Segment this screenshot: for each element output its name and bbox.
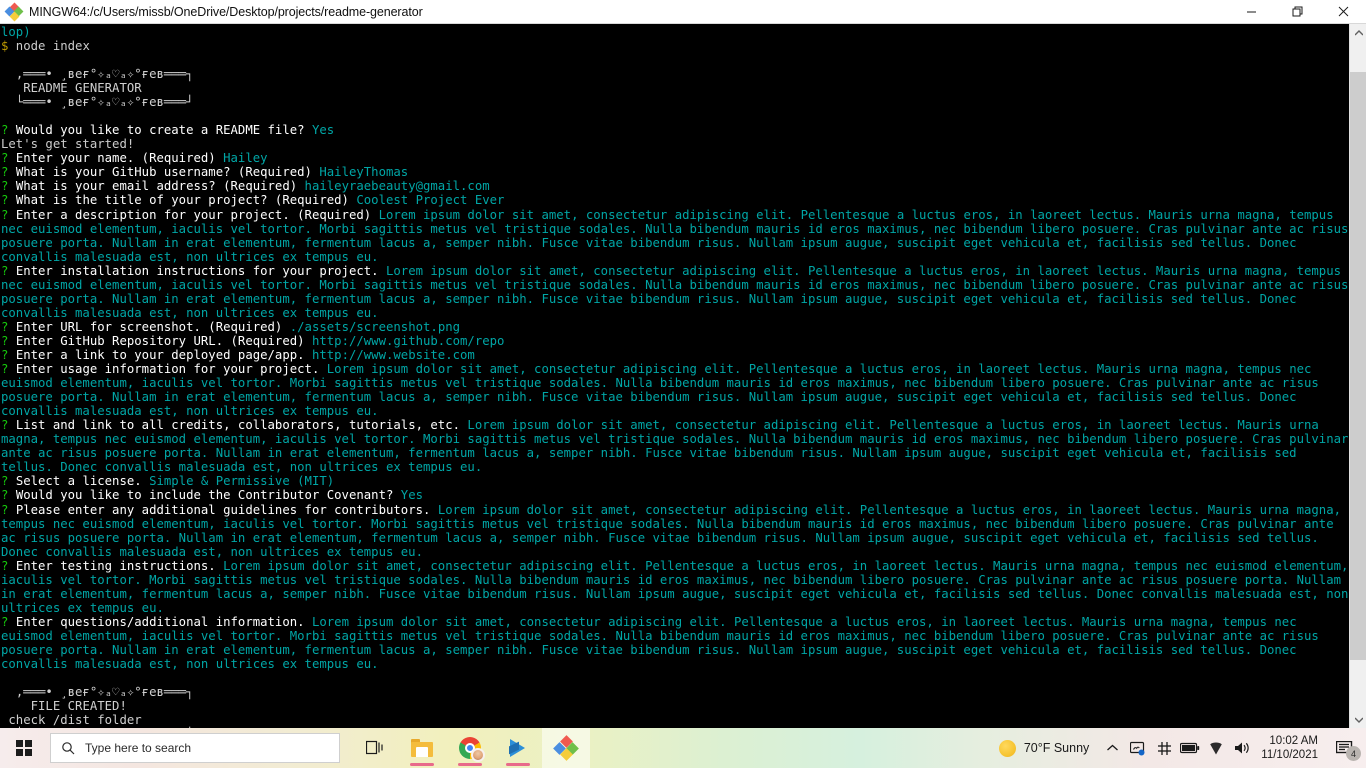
taskbar-item-chrome[interactable] [446, 728, 494, 768]
volume-icon[interactable] [1229, 728, 1255, 768]
terminal-prompt: ? Would you like to create a README file… [1, 123, 335, 138]
banner-bottom: └═══• ¸ʙеғ°✧ₐ♡ₐ✧°ғеʙ═══┘ [1, 95, 194, 110]
terminal-prompt: ? Enter GitHub Repository URL. (Required… [1, 333, 505, 348]
footer-banner-folder: check /dist folder [1, 713, 142, 728]
avatar [471, 748, 485, 762]
git-bash-icon [4, 2, 24, 21]
banner-label: README GENERATOR [1, 81, 142, 96]
terminal-prompt: ? Enter URL for screenshot. (Required) .… [1, 319, 461, 334]
git-bash-taskbar-icon [553, 735, 579, 761]
clock-date: 11/10/2021 [1261, 749, 1318, 761]
terminal-prompt: ? What is your email address? (Required)… [1, 179, 490, 194]
show-hidden-icons-chevron-icon[interactable] [1099, 728, 1125, 768]
taskbar-item-vscode[interactable] [494, 728, 542, 768]
wifi-icon[interactable] [1203, 728, 1229, 768]
terminal-prompt: ? Enter questions/additional information… [1, 614, 1327, 672]
start-button[interactable] [0, 728, 48, 768]
terminal-status: Let's get started! [1, 137, 135, 152]
notification-count-badge: 4 [1346, 746, 1361, 761]
minimize-button[interactable] [1228, 0, 1274, 24]
clock-time: 10:02 AM [1269, 735, 1318, 747]
close-button[interactable] [1320, 0, 1366, 24]
taskbar-clock[interactable]: 10:02 AM 11/10/2021 [1255, 728, 1326, 768]
vscode-icon [507, 737, 529, 759]
search-input[interactable]: Type here to search [50, 733, 340, 763]
search-icon [51, 741, 85, 755]
terminal-prompt: ? What is the title of your project? (Re… [1, 193, 505, 208]
terminal-prompt: ? What is your GitHub username? (Require… [1, 165, 409, 180]
terminal-scrollbar[interactable] [1349, 24, 1366, 728]
weather-text: 70°F Sunny [1023, 741, 1090, 755]
desktop: MINGW64:/c/Users/missb/OneDrive/Desktop/… [0, 0, 1366, 768]
system-tray: 70°F Sunny 10:02 AM 11/10/2021 4 [995, 728, 1366, 768]
taskbar-item-file-explorer[interactable] [398, 728, 446, 768]
sun-icon [998, 739, 1016, 757]
notification-center-button[interactable]: 4 [1326, 728, 1364, 768]
terminal-prompt-path: lop) [1, 25, 31, 39]
terminal-prompt: ? Would you like to include the Contribu… [1, 488, 424, 503]
weather-widget[interactable]: 70°F Sunny [995, 728, 1099, 768]
terminal-prompt: ? Enter your name. (Required) Hailey [1, 151, 268, 166]
terminal-command-line: $ node index [1, 39, 90, 54]
footer-banner-created: FILE CREATED! [1, 699, 127, 714]
terminal-blank [1, 53, 1349, 67]
scrollbar-thumb[interactable] [1350, 72, 1366, 660]
window-titlebar[interactable]: MINGW64:/c/Users/missb/OneDrive/Desktop/… [0, 0, 1366, 24]
scroll-down-arrow-icon[interactable] [1350, 711, 1366, 728]
footer-banner-top: ,═══• ¸ʙеғ°✧ₐ♡ₐ✧°ғеʙ═══┐ [1, 685, 194, 700]
battery-icon[interactable] [1177, 728, 1203, 768]
terminal-prompt: ? Enter installation instructions for yo… [1, 263, 1349, 320]
scroll-up-arrow-icon[interactable] [1350, 24, 1366, 41]
window-title: MINGW64:/c/Users/missb/OneDrive/Desktop/… [29, 4, 423, 19]
maximize-restore-button[interactable] [1274, 0, 1320, 24]
windows-taskbar: Type here to search 70°F Sunny 10:02 AM … [0, 728, 1366, 768]
terminal-blank [1, 671, 1349, 685]
terminal-prompt: ? Enter a description for your project. … [1, 207, 1349, 264]
terminal-prompt: ? Enter testing instructions. Lorem ipsu… [1, 558, 1349, 615]
taskbar-app-list [398, 728, 590, 768]
window-controls [1228, 0, 1366, 24]
terminal-window[interactable]: lop) $ node index ,═══• ¸ʙеғ°✧ₐ♡ₐ✧°ғеʙ═══… [0, 24, 1349, 728]
search-placeholder-text: Type here to search [85, 741, 192, 755]
terminal-prompt: ? Enter a link to your deployed page/app… [1, 347, 475, 362]
terminal-output: lop) $ node index ,═══• ¸ʙеғ°✧ₐ♡ₐ✧°ғеʙ═══… [0, 24, 1349, 728]
terminal-prompt: ? Please enter any additional guidelines… [1, 502, 1349, 559]
windows-logo-icon [16, 740, 32, 756]
onedrive-sync-icon[interactable] [1125, 728, 1151, 768]
task-view-button[interactable] [352, 728, 398, 768]
slack-icon[interactable] [1151, 728, 1177, 768]
terminal-prompt: ? List and link to all credits, collabor… [1, 418, 1349, 475]
file-explorer-icon [411, 739, 433, 757]
chrome-icon [459, 737, 485, 762]
banner-top: ,═══• ¸ʙеғ°✧ₐ♡ₐ✧°ғеʙ═══┐ [1, 67, 194, 82]
taskbar-item-git-bash[interactable] [542, 728, 590, 768]
terminal-prompt: ? Select a license. Simple & Permissive … [1, 474, 335, 489]
terminal-prompt: ? Enter usage information for your proje… [1, 362, 1327, 419]
terminal-blank [1, 109, 1349, 123]
